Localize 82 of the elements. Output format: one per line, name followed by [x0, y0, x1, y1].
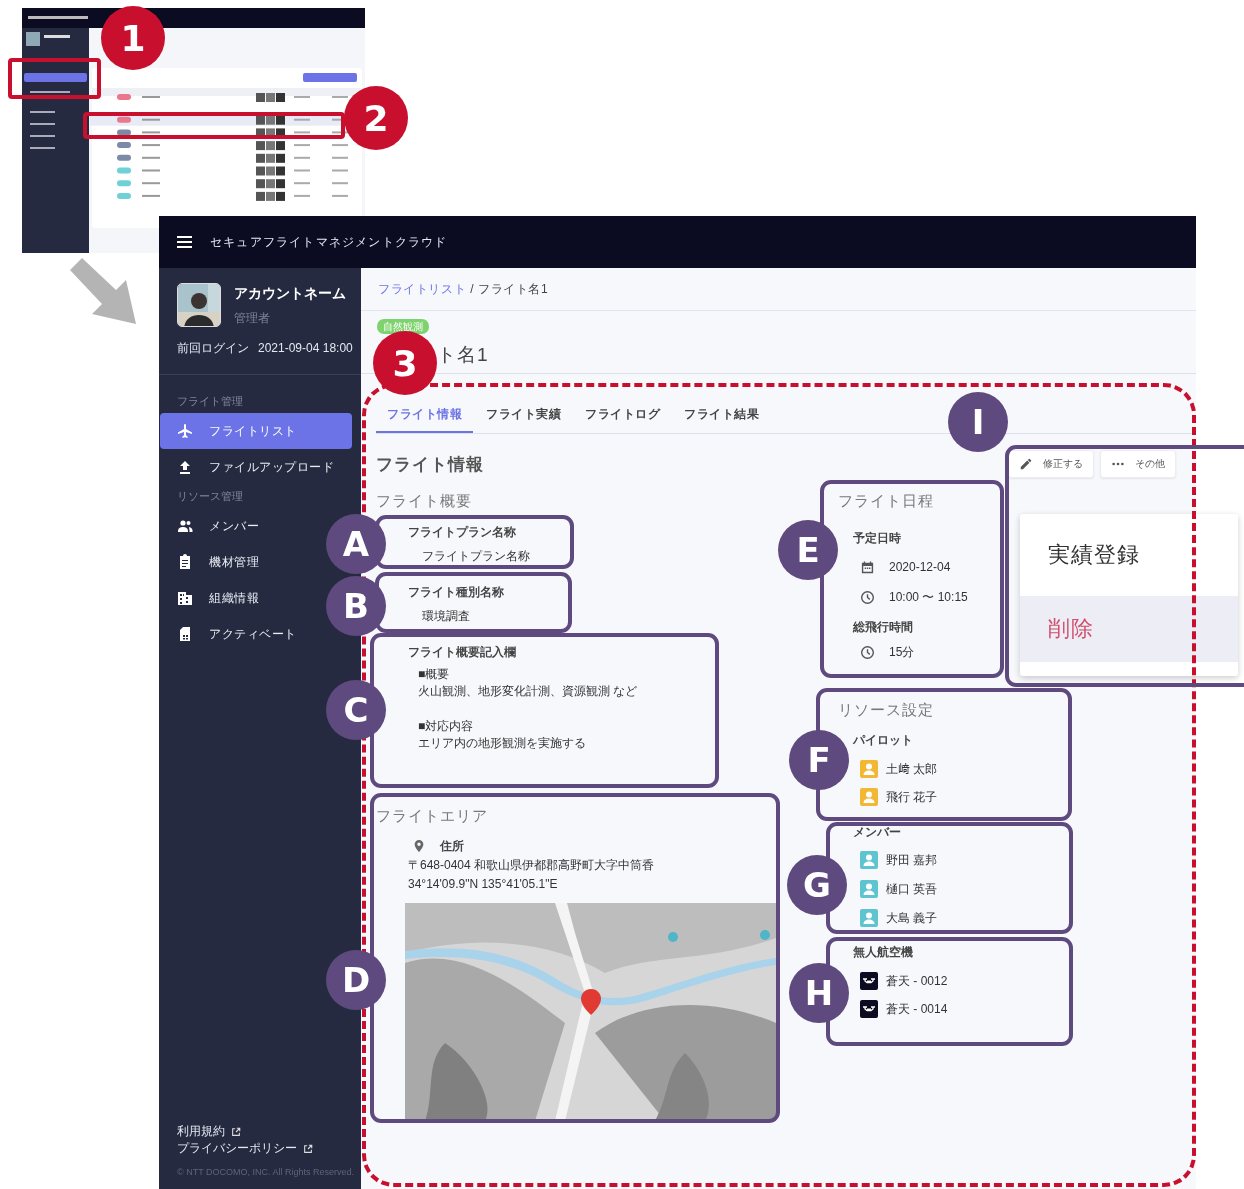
last-login-time: 2021-09-04 18:00	[258, 340, 353, 357]
person-icon	[860, 880, 878, 898]
page-heading: フライト情報	[376, 453, 484, 476]
building-icon	[177, 590, 193, 606]
menu-item[interactable]: 削除	[1020, 596, 1238, 662]
person-name: 野田 嘉邦	[886, 851, 938, 869]
address-text: 〒648-0404 和歌山県伊都郡高野町大字中筒香	[408, 857, 655, 875]
account-role: 管理者	[234, 310, 271, 327]
nav-item[interactable]: 機材管理	[160, 544, 267, 580]
nav-section-heading: リソース管理	[176, 489, 244, 504]
field-label: メンバー	[853, 825, 901, 840]
nav-item[interactable]: アクティベート	[160, 616, 305, 652]
breadcrumb-current: フライト名1	[478, 282, 549, 296]
nav-item[interactable]: メンバー	[160, 508, 267, 544]
section-title: リソース設定	[838, 700, 934, 720]
more-button[interactable]: その他	[1100, 450, 1176, 478]
tab[interactable]: フライト実績	[475, 397, 572, 433]
tab[interactable]: フライト情報	[376, 397, 473, 433]
section-title: フライト概要	[376, 491, 472, 511]
field-label: フライトプラン名称	[408, 524, 516, 540]
person-name: 樋口 英吾	[886, 880, 938, 898]
coordinates-text: 34°14'09.9"N 135°41'05.1"E	[408, 875, 558, 893]
calendar-icon	[860, 559, 875, 575]
tab[interactable]: フライト結果	[673, 397, 770, 433]
account-name: アカウントネーム	[234, 285, 346, 303]
time-text: 10:00 〜 10:15	[889, 588, 968, 606]
field-label: 予定日時	[853, 530, 901, 546]
clock-icon	[860, 589, 875, 605]
breadcrumb-link[interactable]: フライトリスト	[378, 282, 467, 296]
edit-button[interactable]: 修正する	[1008, 450, 1094, 478]
drone-icon	[860, 1000, 878, 1018]
nav-item[interactable]: ファイルアップロード	[160, 449, 342, 485]
time-text: 15分	[889, 643, 915, 661]
drone-name: 蒼天 - 0014	[886, 1000, 948, 1018]
person-icon	[860, 909, 878, 927]
field-label: フライト種別名称	[408, 585, 504, 600]
footer-link[interactable]: プライバシーポリシー	[177, 1140, 297, 1157]
field-label: フライト概要記入欄	[408, 645, 516, 660]
drone-icon	[860, 972, 878, 990]
person-name: 飛行 花子	[886, 788, 938, 806]
app-title: セキュアフライトマネジメントクラウド	[210, 233, 448, 251]
nav-section-heading: フライト管理	[176, 394, 244, 409]
tab[interactable]: フライトログ	[574, 397, 671, 433]
field-value: フライトプラン名称	[422, 548, 530, 565]
pencil-icon	[1019, 457, 1033, 471]
field-label: 無人航空機	[853, 944, 913, 960]
category-tag: 自然観測	[377, 319, 429, 334]
person-icon	[860, 788, 878, 806]
field-value: 環境調査	[422, 608, 470, 625]
notes-heading: ■概要	[418, 666, 451, 683]
person-name: 大島 義子	[886, 909, 938, 927]
breadcrumb-separator: /	[469, 282, 476, 296]
menu-item[interactable]: 実績登録	[1020, 514, 1238, 596]
step-badge: 2	[344, 86, 408, 150]
drone-name: 蒼天 - 0012	[886, 972, 948, 990]
person-name: 土﨑 太郎	[886, 760, 938, 778]
external-link-icon	[303, 1143, 313, 1154]
location-pin-icon	[412, 838, 426, 855]
person-icon	[860, 760, 878, 778]
clipboard-icon	[177, 554, 193, 570]
menu-icon[interactable]	[177, 236, 192, 248]
last-login-label: 前回ログイン	[177, 340, 250, 357]
person-icon	[860, 851, 878, 869]
notes-text: エリア内の地形観測を実施する	[418, 735, 587, 752]
people-icon	[177, 518, 193, 534]
section-title: フライト日程	[838, 491, 934, 511]
field-label: パイロット	[853, 733, 913, 748]
sim-card-icon	[177, 626, 193, 642]
field-label: 総飛行時間	[853, 620, 913, 635]
nav-item[interactable]: フライトリスト	[160, 413, 352, 449]
clock-icon	[860, 644, 875, 660]
notes-heading: ■対応内容	[418, 717, 475, 735]
date-text: 2020-12-04	[889, 560, 951, 574]
address-label: 住所	[440, 838, 464, 856]
nav-item[interactable]: 組織情報	[160, 580, 267, 616]
external-link-icon	[231, 1126, 241, 1137]
notes-text: 火山観測、地形変化計測、資源観測 など	[418, 683, 638, 701]
airplane-icon	[177, 423, 193, 439]
upload-icon	[177, 459, 193, 475]
footer-link[interactable]: 利用規約	[177, 1123, 225, 1140]
section-title: フライトエリア	[376, 806, 488, 827]
flight-title: ト名1	[437, 343, 489, 367]
